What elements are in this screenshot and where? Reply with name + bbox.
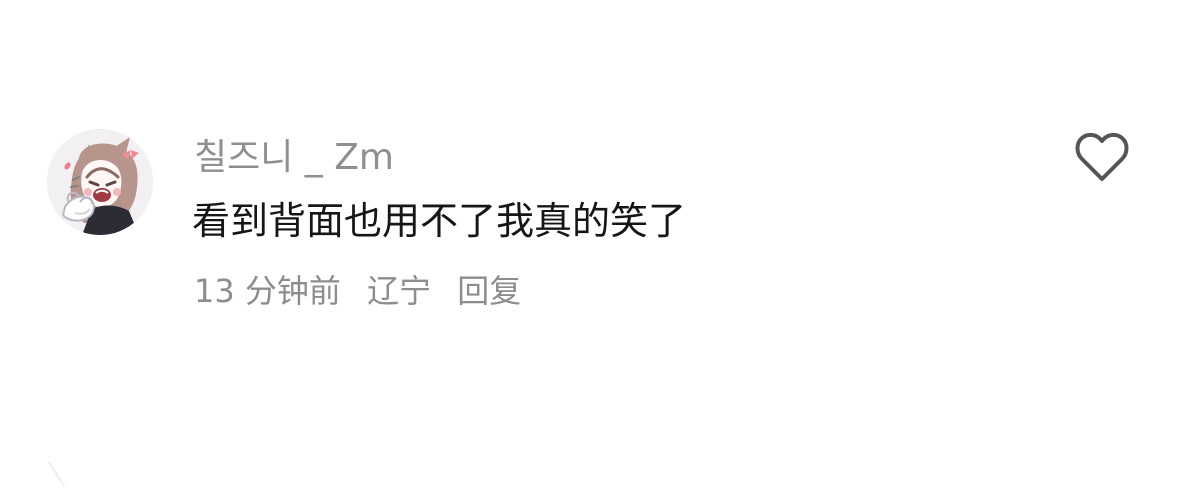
reply-button[interactable]: 回复 <box>457 269 521 313</box>
user-avatar[interactable] <box>47 129 153 235</box>
heart-outline-icon <box>1075 132 1129 181</box>
comment-location: 辽宁 <box>367 272 432 310</box>
decorative-stroke-icon <box>42 452 72 491</box>
comment-item: 칠즈니 _ Zm 看到背面也用不了我真的笑了 13 分钟前 辽宁 回复 <box>0 0 1179 491</box>
username[interactable]: 칠즈니 _ Zm <box>194 136 394 180</box>
like-button[interactable] <box>1074 132 1130 184</box>
comment-time: 13 分钟前 <box>194 272 341 310</box>
anime-girl-avatar-icon <box>47 129 153 235</box>
comment-text: 看到背面也用不了我真的笑了 <box>192 199 687 243</box>
comment-meta: 13 分钟前 辽宁 回复 <box>194 269 521 313</box>
